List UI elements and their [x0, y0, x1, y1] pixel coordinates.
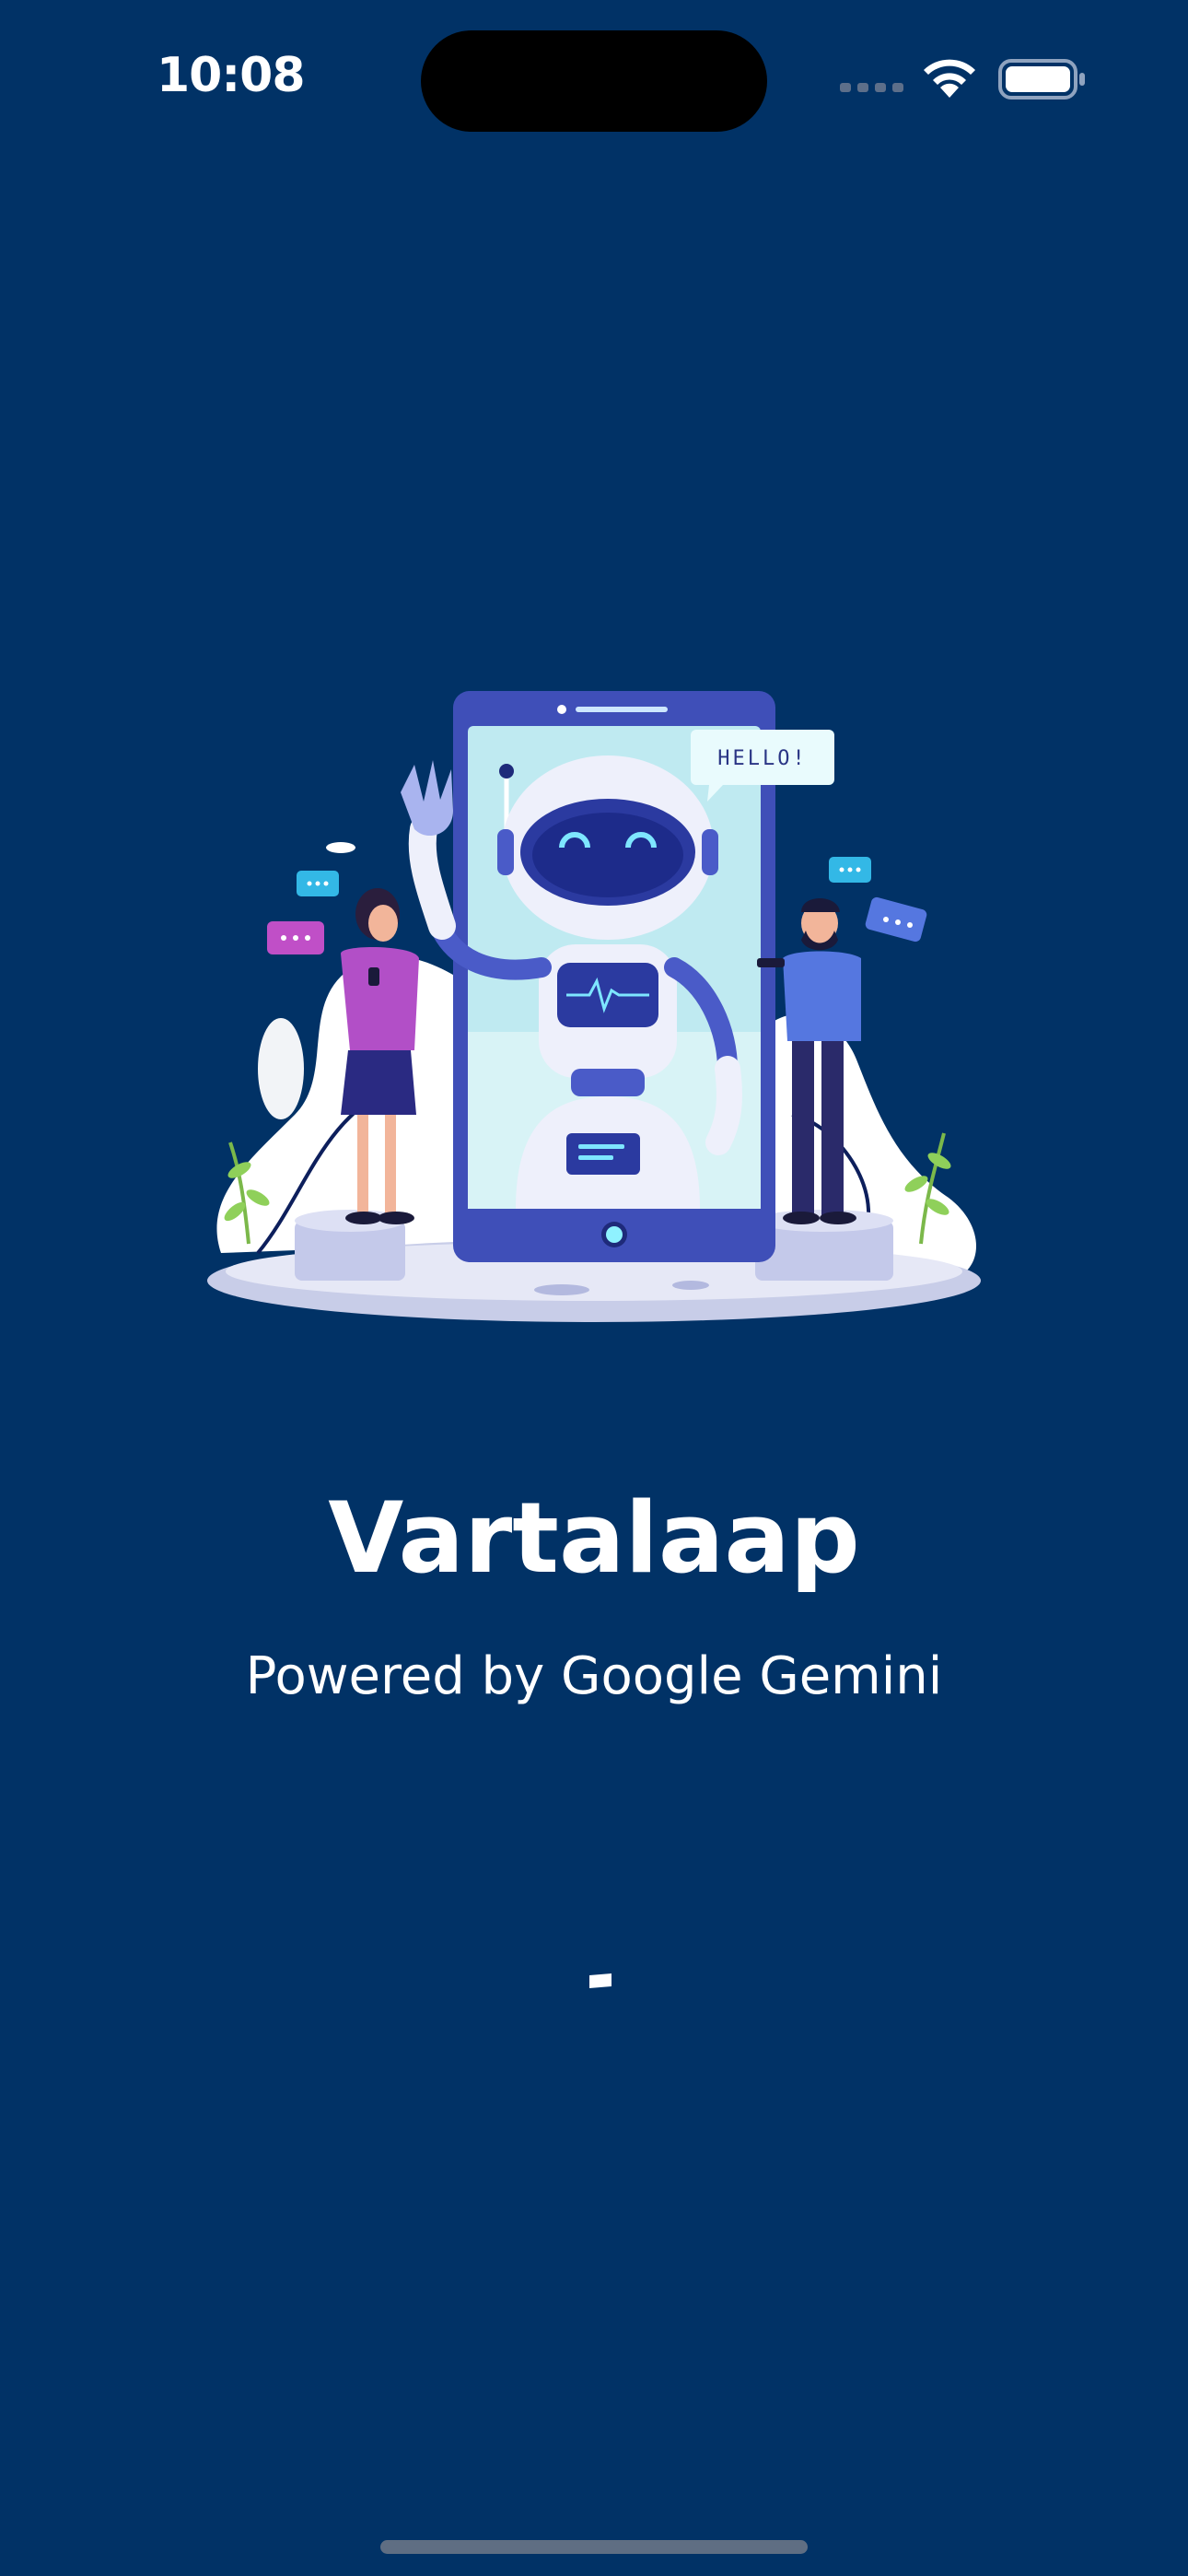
hello-speech-bubble: HELLO!	[717, 747, 807, 770]
loading-spinner-icon	[589, 1973, 611, 1988]
battery-icon	[998, 59, 1085, 100]
dynamic-island	[421, 30, 767, 132]
signal-icon	[840, 83, 903, 92]
status-time: 10:08	[157, 48, 306, 103]
wifi-icon	[924, 59, 975, 98]
app-title: Vartalaap	[328, 1481, 860, 1595]
robot-chat-illustration: HELLO!	[207, 691, 981, 1322]
home-indicator[interactable]	[380, 2540, 808, 2554]
status-bar: 10:08	[0, 0, 1188, 161]
app-subtitle: Powered by Google Gemini	[245, 1646, 943, 1706]
